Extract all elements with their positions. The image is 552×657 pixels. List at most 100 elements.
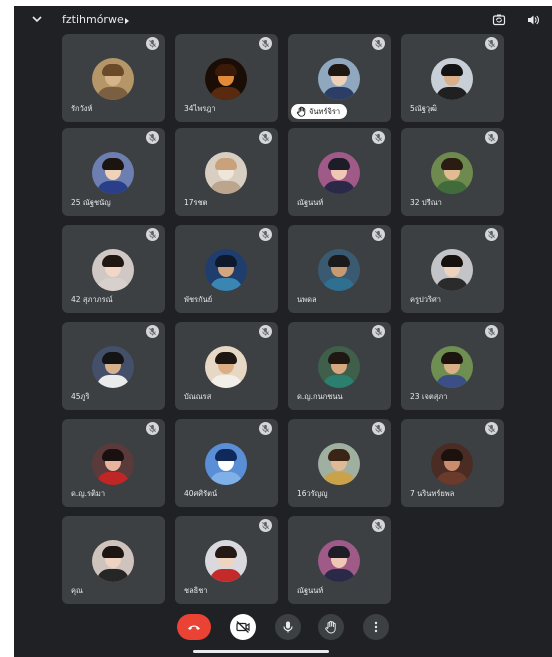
mic-off-icon <box>262 230 269 239</box>
avatar-hair <box>441 158 463 170</box>
participant-name: ด.ญ.รติมา <box>71 489 106 498</box>
chevron-down-icon[interactable] <box>32 14 42 24</box>
caret-right-icon[interactable] <box>125 18 129 24</box>
participant-tile[interactable]: 5ณัฐวุฒิ <box>401 34 504 122</box>
participant-tile[interactable]: บัณณรส <box>175 322 278 410</box>
participant-tile[interactable]: ครูปวริศา <box>401 225 504 313</box>
participant-tile[interactable]: จันทร์จิรา <box>288 34 391 122</box>
muted-indicator <box>485 228 498 241</box>
participant-tile[interactable]: 32 ปรีณา <box>401 128 504 216</box>
more-options-button[interactable] <box>363 614 389 640</box>
avatar-hair <box>102 158 124 170</box>
avatar-hair <box>102 352 124 364</box>
avatar-hair <box>328 158 350 170</box>
avatar <box>205 58 247 100</box>
participant-tile[interactable]: รักวังห์ <box>62 34 165 122</box>
participant-tile[interactable]: 23 เจตสุภา <box>401 322 504 410</box>
avatar-body <box>210 375 242 388</box>
camera-switch-icon[interactable] <box>492 13 506 27</box>
avatar-hair <box>215 449 237 461</box>
mic-off-icon <box>375 327 382 336</box>
participant-tile[interactable]: 16วรัญญู <box>288 419 391 507</box>
muted-indicator <box>146 422 159 435</box>
avatar-body <box>323 278 355 291</box>
participant-name: พัชรกันย์ <box>184 295 213 304</box>
participant-tile[interactable]: นพดล <box>288 225 391 313</box>
meeting-title[interactable]: fztihmórwe <box>62 13 124 26</box>
avatar-body <box>210 472 242 485</box>
participant-tile[interactable]: 45ภูริ <box>62 322 165 410</box>
avatar-hair <box>441 449 463 461</box>
participant-name: ด.ญ.กนกชนน <box>297 392 343 401</box>
participant-tile[interactable]: 34ไพรฎา <box>175 34 278 122</box>
mic-off-icon <box>375 521 382 530</box>
mic-off-icon <box>488 230 495 239</box>
muted-indicator <box>372 519 385 532</box>
muted-indicator <box>372 325 385 338</box>
avatar-body <box>210 278 242 291</box>
avatar <box>431 249 473 291</box>
avatar <box>205 346 247 388</box>
participant-tile[interactable]: 7 นรินทร์ยพล <box>401 419 504 507</box>
avatar-hair <box>328 449 350 461</box>
avatar-body <box>210 181 242 194</box>
muted-indicator <box>485 325 498 338</box>
speaker-icon[interactable] <box>526 13 540 27</box>
participant-tile[interactable]: ด.ญ.กนกชนน <box>288 322 391 410</box>
participant-tile[interactable]: พัชรกันย์ <box>175 225 278 313</box>
microphone-button[interactable] <box>275 614 301 640</box>
raise-hand-button[interactable] <box>318 614 344 640</box>
muted-indicator <box>485 37 498 50</box>
avatar-hair <box>215 158 237 170</box>
participant-name: ชลธิชา <box>184 586 208 595</box>
avatar-hair <box>215 352 237 364</box>
participant-tile[interactable]: ณัฐนนท์ <box>288 128 391 216</box>
participant-tile[interactable]: ชลธิชา <box>175 516 278 604</box>
muted-indicator <box>372 131 385 144</box>
avatar <box>92 249 134 291</box>
mic-off-icon <box>488 133 495 142</box>
mic-off-icon <box>262 521 269 530</box>
muted-indicator <box>372 422 385 435</box>
participant-tile[interactable]: 40ศศิรัตน์ <box>175 419 278 507</box>
participant-tile[interactable]: ณัฐนนท์ <box>288 516 391 604</box>
participant-tile[interactable]: 25 ณัฐชนัญ <box>62 128 165 216</box>
mic-off-icon <box>149 327 156 336</box>
avatar-body <box>323 375 355 388</box>
avatar-body <box>436 278 468 291</box>
avatar <box>205 152 247 194</box>
muted-indicator <box>259 325 272 338</box>
avatar-hair <box>102 255 124 267</box>
leave-call-button[interactable] <box>177 614 211 640</box>
participant-name: 5ณัฐวุฒิ <box>410 104 437 113</box>
avatar-body <box>97 181 129 194</box>
avatar <box>92 152 134 194</box>
mic-off-icon <box>375 133 382 142</box>
avatar-body <box>323 87 355 100</box>
avatar-hair <box>102 64 124 76</box>
participant-tile[interactable]: ด.ญ.รติมา <box>62 419 165 507</box>
avatar-body <box>323 472 355 485</box>
avatar-hair <box>102 449 124 461</box>
avatar-hair <box>215 255 237 267</box>
raised-hand-icon <box>296 106 306 117</box>
avatar-hair <box>328 352 350 364</box>
avatar-hair <box>441 255 463 267</box>
participant-tile[interactable]: 42 สุภาภรณ์ <box>62 225 165 313</box>
avatar <box>92 346 134 388</box>
participant-tile[interactable]: 17รชต <box>175 128 278 216</box>
avatar-body <box>210 569 242 582</box>
mic-off-icon <box>375 230 382 239</box>
camera-toggle-button[interactable] <box>230 614 256 640</box>
avatar <box>318 58 360 100</box>
mic-off-icon <box>149 230 156 239</box>
mic-off-icon <box>149 39 156 48</box>
avatar-body <box>436 87 468 100</box>
participant-tile[interactable]: คุณ <box>62 516 165 604</box>
muted-indicator <box>259 228 272 241</box>
participant-name: 45ภูริ <box>71 392 90 401</box>
participant-name: 40ศศิรัตน์ <box>184 489 218 498</box>
avatar <box>318 152 360 194</box>
participant-name: รักวังห์ <box>71 104 93 113</box>
mic-off-icon <box>375 424 382 433</box>
